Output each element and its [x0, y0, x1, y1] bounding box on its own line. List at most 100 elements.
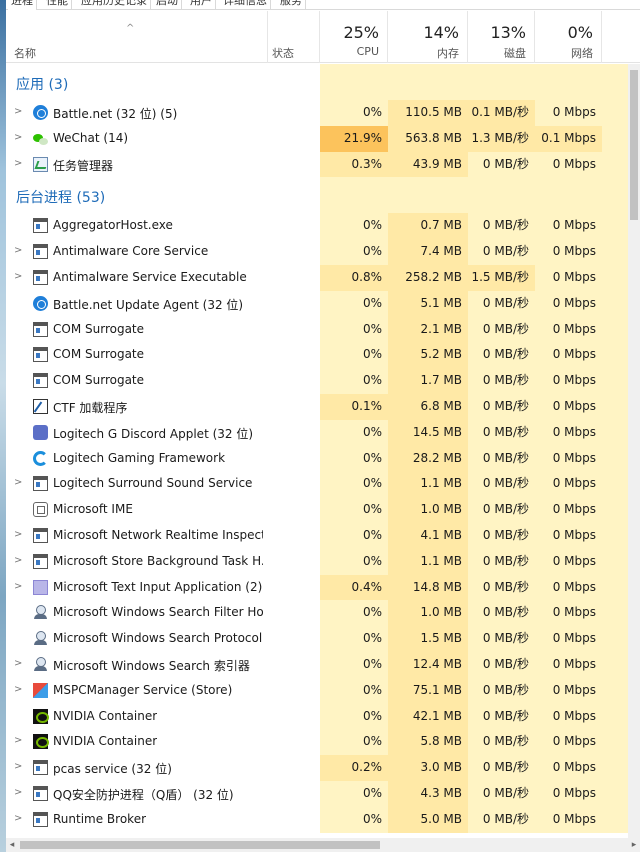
- expand-chevron-icon[interactable]: >: [14, 106, 22, 117]
- cpu-column-header[interactable]: 25% CPU: [320, 11, 388, 63]
- window-icon: [33, 760, 48, 776]
- process-row[interactable]: Microsoft IME 0% 1.0 MB 0 MB/秒 0 Mbps: [6, 497, 631, 523]
- expand-chevron-icon[interactable]: >: [14, 787, 22, 798]
- process-row[interactable]: AggregatorHost.exe 0% 0.7 MB 0 MB/秒 0 Mbps: [6, 213, 631, 240]
- disk-value: 0 MB/秒: [468, 677, 535, 704]
- expand-chevron-icon[interactable]: >: [14, 581, 22, 592]
- expand-chevron-icon[interactable]: >: [14, 158, 22, 169]
- vertical-scroll-thumb[interactable]: [630, 70, 638, 220]
- process-row[interactable]: > MSPCManager Service (Store) 0% 75.1 MB 0 M…: [6, 677, 631, 704]
- process-row[interactable]: > QQ安全防护进程（Q盾） (32 位) 0% 4.3 MB 0 MB/秒 0 Mbps: [6, 780, 631, 807]
- expand-chevron-icon[interactable]: >: [14, 477, 22, 488]
- expand-chevron-icon[interactable]: >: [14, 684, 22, 695]
- process-row[interactable]: > Runtime Broker 0% 5.0 MB 0 MB/秒 0 Mbps: [6, 806, 631, 833]
- disk-value: 0 MB/秒: [468, 393, 535, 420]
- process-row[interactable]: > Battle.net (32 位) (5) 0% 110.5 MB 0.1 MB/秒…: [6, 100, 631, 126]
- process-row[interactable]: > Microsoft Text Input Application (2) 0.4…: [6, 574, 631, 601]
- process-row[interactable]: > Microsoft Windows Search 索引器 0% 12.4 MB 0 …: [6, 651, 631, 678]
- process-row[interactable]: > WeChat (14) 21.9% 563.8 MB 1.3 MB/秒 0.1 Mbp…: [6, 125, 631, 152]
- memory-value: 43.9 MB: [388, 151, 468, 178]
- cpu-value: 0.3%: [320, 151, 388, 178]
- expand-chevron-icon[interactable]: >: [14, 735, 22, 746]
- process-row[interactable]: > Antimalware Service Executable 0.8% 258.2…: [6, 264, 631, 291]
- process-row[interactable]: > Antimalware Core Service 0% 7.4 MB 0 MB/秒 0…: [6, 239, 631, 265]
- disk-total-percent: 13%: [490, 23, 526, 42]
- tab-performance[interactable]: 性能: [43, 0, 72, 10]
- memory-value: 258.2 MB: [388, 264, 468, 291]
- process-row[interactable]: > NVIDIA Container 0% 5.8 MB 0 MB/秒 0 Mbps: [6, 729, 631, 756]
- network-value: 0 Mbps: [535, 471, 602, 498]
- memory-value: 1.0 MB: [388, 497, 468, 523]
- scroll-left-arrow-icon[interactable]: ◂: [6, 838, 18, 852]
- process-row[interactable]: CTF 加载程序 0.1% 6.8 MB 0 MB/秒 0 Mbps: [6, 393, 631, 420]
- expand-chevron-icon[interactable]: >: [14, 555, 22, 566]
- network-column-header[interactable]: 0% 网络: [535, 11, 602, 63]
- tab-app-history[interactable]: 应用历史记录: [78, 0, 151, 10]
- expand-chevron-icon[interactable]: >: [14, 813, 22, 824]
- status-column-header[interactable]: 状态: [268, 11, 320, 63]
- disk-column-header[interactable]: 13% 磁盘: [468, 11, 535, 63]
- horizontal-scroll-thumb[interactable]: [20, 841, 380, 849]
- name-column-header[interactable]: ^ 名称: [6, 11, 268, 63]
- cpu-value: 0%: [320, 290, 388, 317]
- process-row[interactable]: COM Surrogate 0% 5.2 MB 0 MB/秒 0 Mbps: [6, 342, 631, 369]
- process-row[interactable]: > Microsoft Network Realtime Inspecti... 0…: [6, 522, 631, 549]
- vertical-scrollbar[interactable]: [628, 64, 640, 838]
- scroll-right-arrow-icon[interactable]: ▸: [628, 838, 640, 852]
- memory-total-percent: 14%: [423, 23, 459, 42]
- window-icon: [33, 527, 48, 543]
- process-row[interactable]: Battle.net Update Agent (32 位) 0% 5.1 MB 0 …: [6, 290, 631, 317]
- window-icon: [33, 553, 48, 569]
- tab-processes[interactable]: 进程: [8, 0, 37, 10]
- disk-value: 0 MB/秒: [468, 548, 535, 575]
- process-row[interactable]: COM Surrogate 0% 2.1 MB 0 MB/秒 0 Mbps: [6, 316, 631, 343]
- process-list: 应用 (3) > Battle.net (32 位) (5) 0% 110.5 MB 0.…: [6, 64, 631, 838]
- memory-value: 1.1 MB: [388, 471, 468, 498]
- process-name: Battle.net (32 位) (5): [53, 107, 178, 121]
- network-total-percent: 0%: [567, 23, 593, 42]
- nvidia-icon: [33, 734, 49, 750]
- expand-chevron-icon[interactable]: >: [14, 658, 22, 669]
- process-row[interactable]: Logitech Gaming Framework 0% 28.2 MB 0 MB/秒…: [6, 445, 631, 472]
- disk-value: 0 MB/秒: [468, 780, 535, 807]
- memory-value: 5.1 MB: [388, 290, 468, 317]
- process-name: COM Surrogate: [53, 373, 145, 388]
- process-row[interactable]: > pcas service (32 位) 0.2% 3.0 MB 0 MB/秒 0 Mb…: [6, 755, 631, 781]
- process-row[interactable]: Microsoft Windows Search Filter Host 0% 1.…: [6, 600, 631, 627]
- process-row[interactable]: > Microsoft Store Background Task H... 0% 1…: [6, 548, 631, 575]
- process-row[interactable]: > 任务管理器 0.3% 43.9 MB 0 MB/秒 0 Mbps: [6, 151, 631, 178]
- process-name: NVIDIA Container: [53, 708, 158, 723]
- group-label: 应用 (3): [16, 77, 69, 93]
- tab-details[interactable]: 详细信息: [220, 0, 271, 10]
- process-row[interactable]: Microsoft Windows Search Protocol ... 0% 1…: [6, 626, 631, 652]
- process-row[interactable]: NVIDIA Container 0% 42.1 MB 0 MB/秒 0 Mbps: [6, 703, 631, 730]
- network-value: 0 Mbps: [535, 100, 602, 126]
- process-row[interactable]: COM Surrogate 0% 1.7 MB 0 MB/秒 0 Mbps: [6, 368, 631, 394]
- cpu-value: 21.9%: [320, 125, 388, 152]
- tab-startup[interactable]: 启动: [153, 0, 182, 10]
- tab-users[interactable]: 用户: [187, 0, 216, 10]
- cpu-value: 0%: [320, 548, 388, 575]
- process-row[interactable]: Logitech G Discord Applet (32 位) 0% 14.5 M…: [6, 419, 631, 446]
- cpu-column-label: CPU: [356, 45, 379, 58]
- memory-value: 1.5 MB: [388, 626, 468, 652]
- cpu-value: 0%: [320, 471, 388, 498]
- network-value: 0 Mbps: [535, 703, 602, 730]
- process-name: Battle.net Update Agent (32 位): [53, 297, 244, 312]
- memory-column-header[interactable]: 14% 内存: [388, 11, 468, 63]
- disk-column-label: 磁盘: [504, 47, 526, 60]
- expand-chevron-icon[interactable]: >: [14, 132, 22, 143]
- group-header[interactable]: 应用 (3): [6, 64, 631, 100]
- expand-chevron-icon[interactable]: >: [14, 271, 22, 282]
- expand-chevron-icon[interactable]: >: [14, 761, 22, 772]
- ime-icon: [33, 502, 48, 518]
- horizontal-scrollbar[interactable]: ◂ ▸: [6, 838, 640, 852]
- process-row[interactable]: > Logitech Surround Sound Service 0% 1.1 MB…: [6, 471, 631, 498]
- memory-value: 110.5 MB: [388, 100, 468, 126]
- tab-services[interactable]: 服务: [277, 0, 306, 10]
- group-header[interactable]: 后台进程 (53): [6, 177, 631, 214]
- expand-chevron-icon[interactable]: >: [14, 529, 22, 540]
- network-value: 0 Mbps: [535, 445, 602, 472]
- expand-chevron-icon[interactable]: >: [14, 245, 22, 256]
- process-name: Logitech Surround Sound Service: [53, 476, 253, 491]
